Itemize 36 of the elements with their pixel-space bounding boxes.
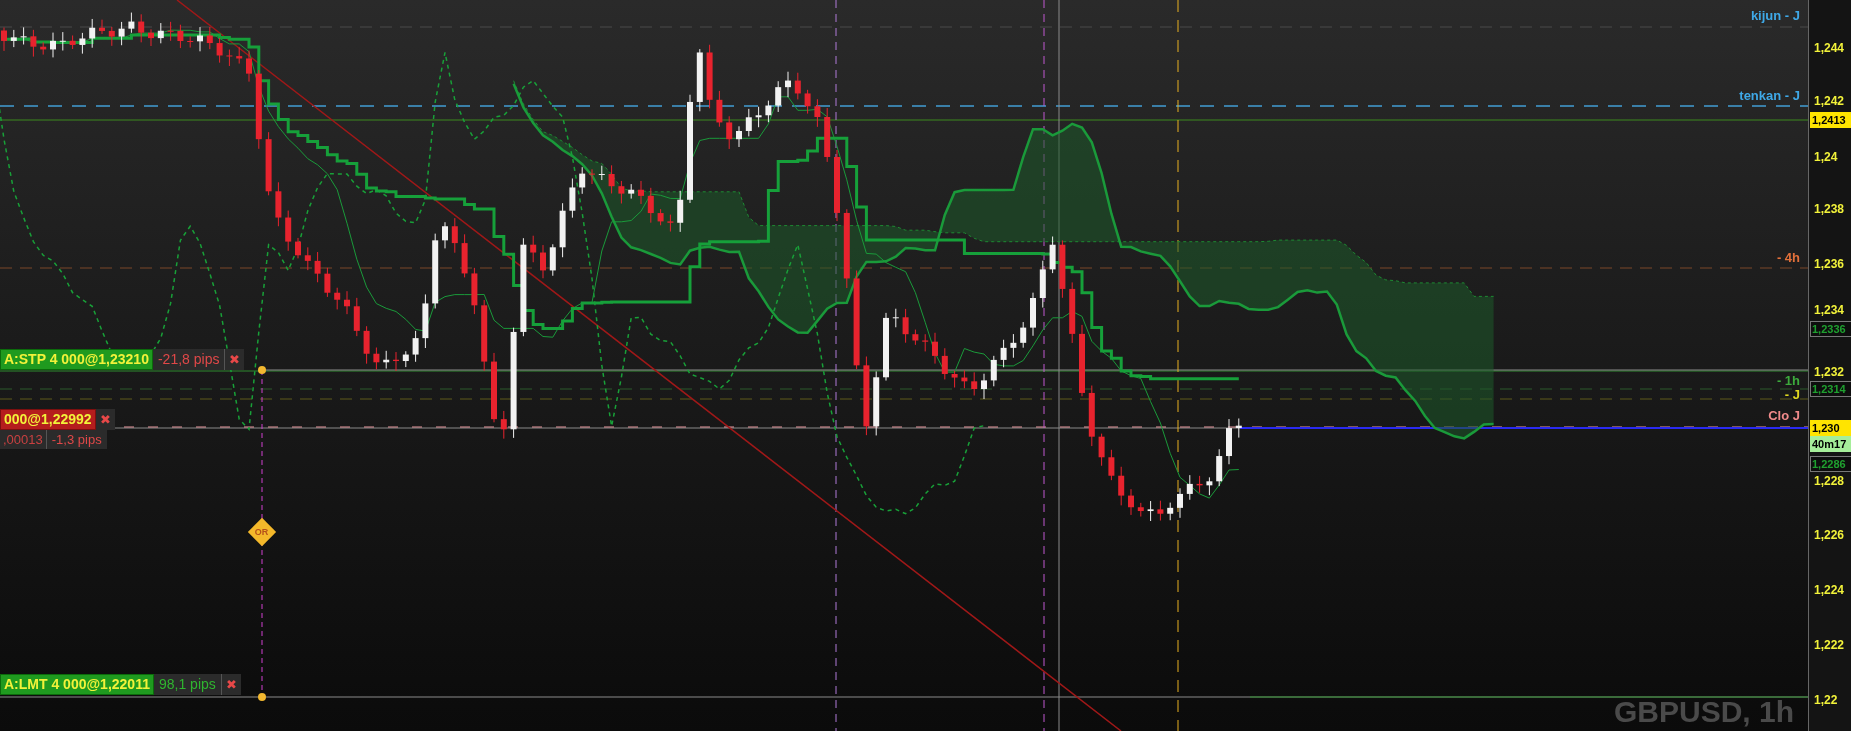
price-marker: 1,2314: [1810, 381, 1851, 397]
event-marker[interactable]: OR: [247, 517, 277, 547]
line-label: kijun - J: [1750, 8, 1800, 24]
order-label[interactable]: A:STP 4 000@1,23210: [0, 349, 153, 370]
price-marker: 1,2413: [1810, 112, 1851, 128]
axis-tick-label: 1,236: [1814, 257, 1845, 271]
axis-tick-label: 1,232: [1814, 365, 1845, 379]
axis-tick-label: 1,226: [1814, 528, 1845, 542]
line-label: - J: [1784, 387, 1800, 403]
axis-tick-label: 1,242: [1814, 94, 1845, 108]
line-label: tenkan - J: [1739, 88, 1800, 104]
line-label: - 1h: [1776, 373, 1800, 389]
axis-tick-label: 1,224: [1814, 583, 1845, 597]
axis-tick-label: 1,234: [1814, 303, 1845, 317]
axis-tick-label: 1,238: [1814, 202, 1845, 216]
pips-value: 98,1 pips: [153, 674, 222, 695]
order-label[interactable]: A:LMT 4 000@1,22011: [0, 674, 154, 695]
order-anchor-dot[interactable]: [258, 366, 266, 374]
axis-tick-label: 1,222: [1814, 638, 1845, 652]
position-detail: ,00013: [0, 430, 47, 449]
axis-tick-label: 1,24: [1814, 150, 1838, 164]
price-marker: 1,2336: [1810, 321, 1851, 337]
price-marker: 1,2286: [1810, 456, 1851, 472]
order-label[interactable]: 000@1,22992: [0, 409, 96, 430]
axis-tick-label: 1,244: [1814, 41, 1845, 55]
close-order-button[interactable]: ✖: [225, 349, 245, 370]
line-label: - 4h: [1776, 250, 1800, 266]
line-label: Clo J: [1768, 408, 1800, 424]
pips-value: -1,3 pips: [46, 430, 107, 449]
price-marker: 40m17: [1810, 436, 1851, 452]
order-anchor-dot[interactable]: [258, 693, 266, 701]
symbol-label: GBPUSD, 1h: [1613, 695, 1794, 729]
axis-tick-label: 1,228: [1814, 474, 1845, 488]
axis-tick-label: 1,22: [1814, 693, 1838, 707]
pips-value: -21,8 pips: [152, 349, 226, 370]
price-marker: 1,230: [1810, 420, 1851, 436]
